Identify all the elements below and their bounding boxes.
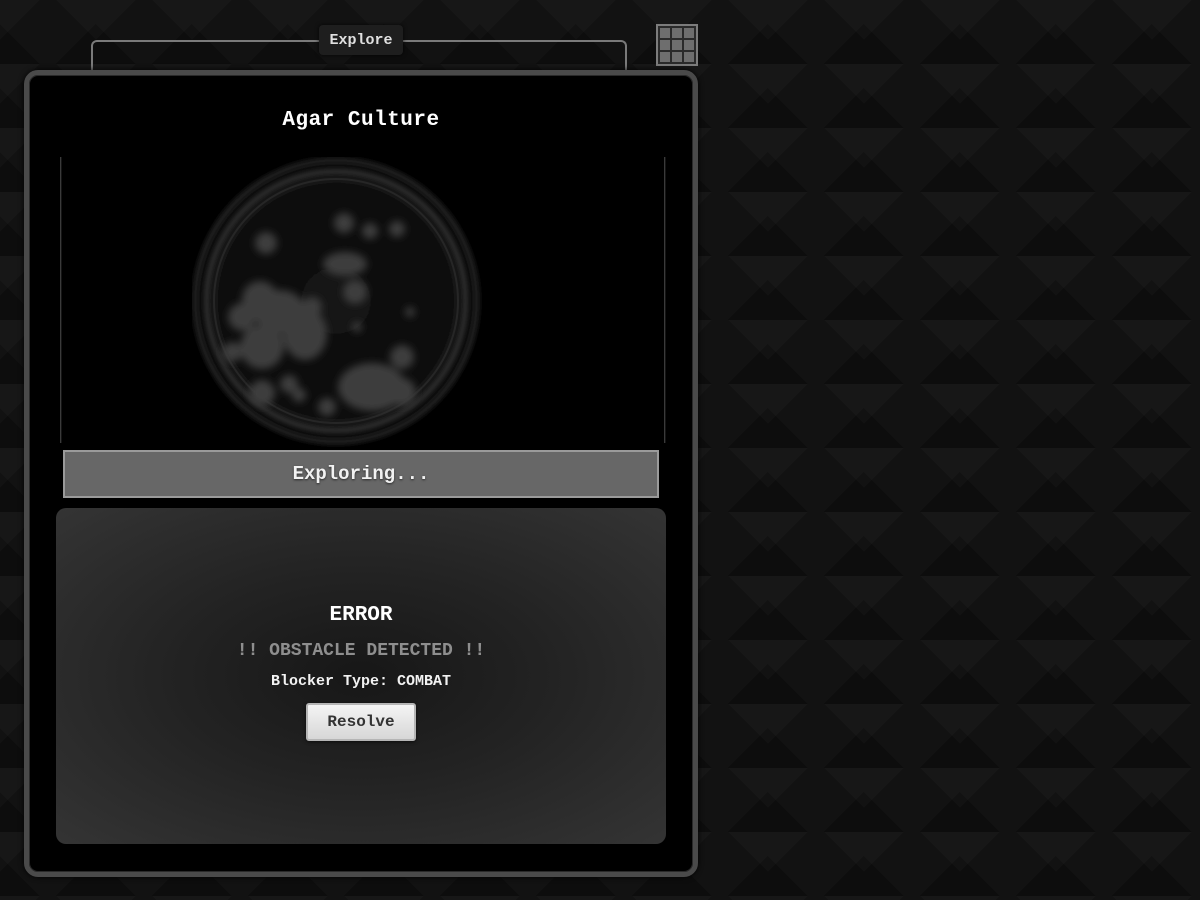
resolve-button[interactable]: Resolve xyxy=(306,703,416,741)
progress-label: Exploring... xyxy=(292,463,430,485)
exploration-panel: Agar Culture Exploring... ERROR !! OBSTA… xyxy=(24,70,698,877)
petri-dish-illustration xyxy=(192,157,480,445)
location-title: Agar Culture xyxy=(282,109,440,132)
grid-icon[interactable] xyxy=(656,24,698,66)
location-scene xyxy=(60,157,666,445)
event-box: ERROR !! OBSTACLE DETECTED !! Blocker Ty… xyxy=(56,508,666,844)
obstacle-alert: !! OBSTACLE DETECTED !! xyxy=(236,641,486,661)
event-content: ERROR !! OBSTACLE DETECTED !! Blocker Ty… xyxy=(56,604,666,741)
exploration-progress-bar: Exploring... xyxy=(63,450,659,498)
scene-divider-right xyxy=(664,157,666,443)
event-heading: ERROR xyxy=(329,604,393,627)
blocker-type: Blocker Type: COMBAT xyxy=(270,673,452,690)
scene-divider-left xyxy=(60,157,62,443)
tab-explore[interactable]: Explore xyxy=(319,25,403,55)
